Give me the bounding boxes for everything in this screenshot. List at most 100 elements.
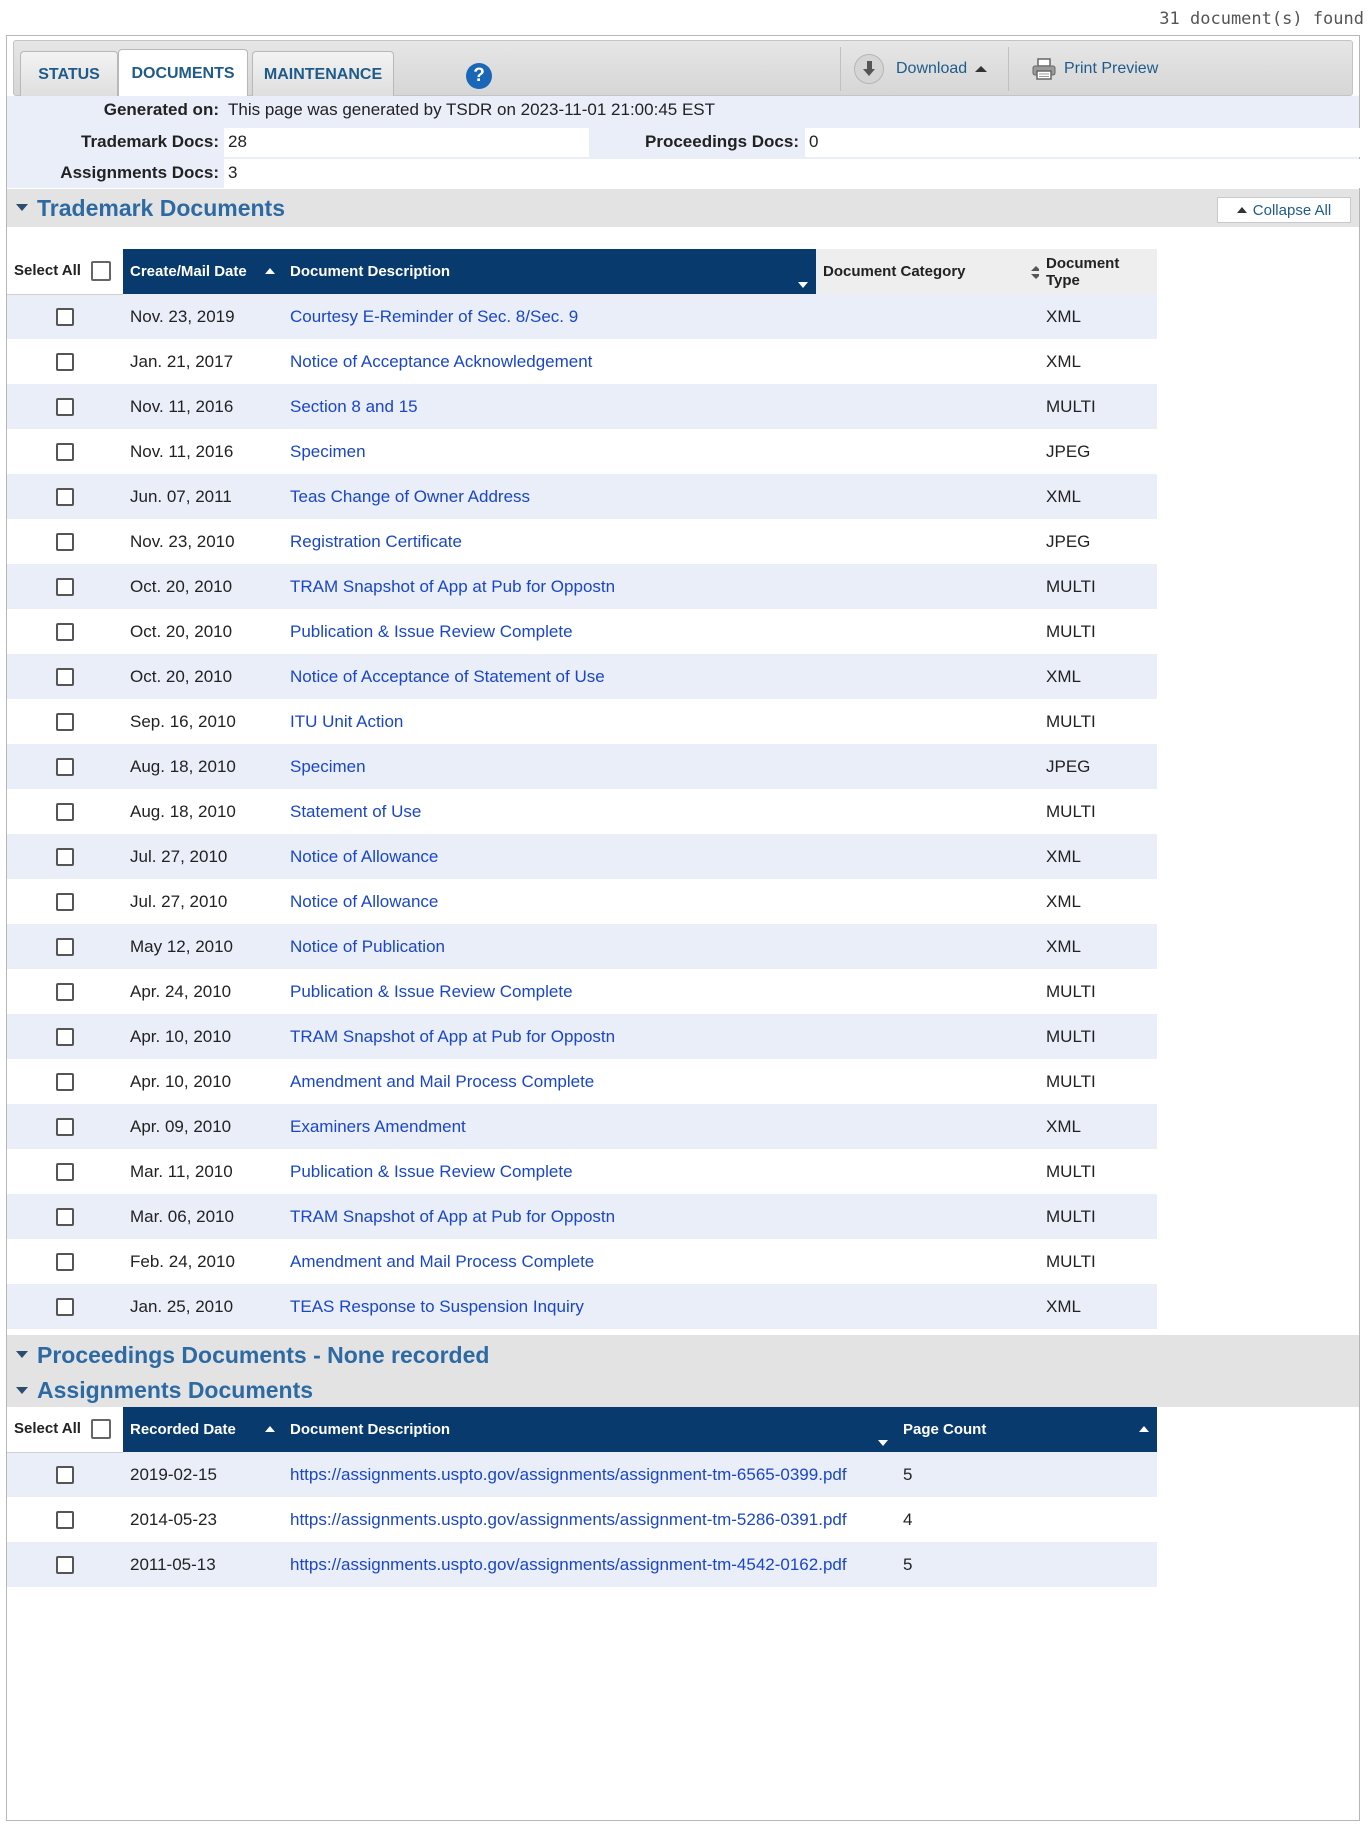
row-checkbox[interactable] [56, 1073, 74, 1092]
document-description-cell: Publication & Issue Review Complete [283, 609, 816, 654]
row-checkbox[interactable] [56, 1208, 74, 1227]
row-checkbox[interactable] [56, 443, 74, 462]
document-date: Nov. 11, 2016 [123, 384, 283, 429]
document-link[interactable]: Notice of Allowance [290, 847, 438, 866]
collapse-all-label: Collapse All [1252, 201, 1332, 219]
download-button[interactable]: Download [854, 49, 988, 89]
document-link[interactable]: Amendment and Mail Process Complete [290, 1072, 594, 1091]
document-category [816, 744, 1039, 789]
collapse-all-button[interactable]: Collapse All [1217, 197, 1351, 223]
document-link[interactable]: Notice of Allowance [290, 892, 438, 911]
row-select-cell [7, 294, 123, 339]
sort-descending-icon [798, 282, 808, 288]
document-link[interactable]: Notice of Acceptance Acknowledgement [290, 352, 592, 371]
document-link[interactable]: Publication & Issue Review Complete [290, 622, 573, 641]
row-select-cell [7, 339, 123, 384]
document-link[interactable]: Teas Change of Owner Address [290, 487, 530, 506]
recorded-date-column-header[interactable]: Recorded Date [123, 1407, 283, 1452]
print-preview-label: Print Preview [1064, 60, 1159, 77]
assignments-docs-box [224, 159, 589, 188]
tab-documents[interactable]: DOCUMENTS [118, 49, 248, 97]
row-select-cell [7, 699, 123, 744]
row-filler [1157, 384, 1353, 429]
help-icon[interactable]: ? [466, 63, 492, 89]
row-checkbox[interactable] [56, 1118, 74, 1137]
page-count: 4 [896, 1497, 1157, 1542]
row-checkbox[interactable] [56, 308, 74, 327]
row-checkbox[interactable] [56, 758, 74, 777]
print-preview-button[interactable]: Print Preview [1032, 49, 1158, 89]
row-checkbox[interactable] [56, 848, 74, 867]
document-description-cell: ITU Unit Action [283, 699, 816, 744]
row-checkbox[interactable] [56, 983, 74, 1002]
select-all-label: Select All [14, 1420, 81, 1438]
document-date: Sep. 16, 2010 [123, 699, 283, 744]
table-row: Nov. 23, 2019 Courtesy E-Reminder of Sec.… [7, 294, 1353, 339]
row-checkbox[interactable] [56, 668, 74, 687]
collapse-up-icon [1236, 207, 1247, 213]
type-column-header[interactable]: Document Type [1039, 249, 1157, 294]
description-column-header[interactable]: Document Description [283, 249, 816, 294]
assignment-link[interactable]: https://assignments.uspto.gov/assignment… [290, 1555, 847, 1574]
row-checkbox[interactable] [56, 893, 74, 912]
document-link[interactable]: Examiners Amendment [290, 1117, 466, 1136]
row-select-cell [7, 1059, 123, 1104]
trademark-documents-header[interactable]: Trademark Documents Collapse All [7, 189, 1359, 227]
document-link[interactable]: ITU Unit Action [290, 712, 403, 731]
document-link[interactable]: Amendment and Mail Process Complete [290, 1252, 594, 1271]
row-select-cell [7, 879, 123, 924]
date-column-header[interactable]: Create/Mail Date [123, 249, 283, 294]
row-checkbox[interactable] [56, 803, 74, 822]
document-description-cell: TRAM Snapshot of App at Pub for Oppostn [283, 1014, 816, 1059]
row-checkbox[interactable] [56, 1466, 74, 1485]
assignment-link[interactable]: https://assignments.uspto.gov/assignment… [290, 1465, 847, 1484]
document-link[interactable]: Section 8 and 15 [290, 397, 418, 416]
document-date: Oct. 20, 2010 [123, 654, 283, 699]
document-link[interactable]: Publication & Issue Review Complete [290, 1162, 573, 1181]
select-all-header: Select All [7, 249, 123, 295]
row-checkbox[interactable] [56, 578, 74, 597]
row-checkbox[interactable] [56, 1298, 74, 1317]
document-link[interactable]: Courtesy E-Reminder of Sec. 8/Sec. 9 [290, 307, 578, 326]
row-checkbox[interactable] [56, 353, 74, 372]
row-select-cell [7, 1239, 123, 1284]
document-link[interactable]: Specimen [290, 757, 366, 776]
document-link[interactable]: Notice of Acceptance of Statement of Use [290, 667, 605, 686]
row-checkbox[interactable] [56, 398, 74, 417]
page-count-column-header[interactable]: Page Count [896, 1407, 1157, 1452]
assignments-documents-header[interactable]: Assignments Documents [7, 1375, 1359, 1407]
category-column-header[interactable]: Document Category [816, 249, 1041, 294]
select-all-checkbox[interactable] [90, 261, 111, 282]
document-link[interactable]: Notice of Publication [290, 937, 445, 956]
row-checkbox[interactable] [56, 1511, 74, 1530]
collapse-triangle-icon [16, 1387, 28, 1394]
document-link[interactable]: TEAS Response to Suspension Inquiry [290, 1297, 584, 1316]
document-link[interactable]: TRAM Snapshot of App at Pub for Oppostn [290, 1027, 615, 1046]
assignments-docs-value: 3 [228, 163, 238, 182]
assignment-link[interactable]: https://assignments.uspto.gov/assignment… [290, 1510, 847, 1529]
row-checkbox[interactable] [56, 1253, 74, 1272]
page-count-column-label: Page Count [903, 1421, 987, 1438]
row-checkbox[interactable] [56, 1028, 74, 1047]
description-column-header[interactable]: Document Description [283, 1407, 896, 1452]
row-checkbox[interactable] [56, 1556, 74, 1575]
row-checkbox[interactable] [56, 533, 74, 552]
document-link[interactable]: TRAM Snapshot of App at Pub for Oppostn [290, 577, 615, 596]
row-checkbox[interactable] [56, 713, 74, 732]
document-description-cell: Notice of Publication [283, 924, 816, 969]
document-description-cell: TRAM Snapshot of App at Pub for Oppostn [283, 564, 816, 609]
document-link[interactable]: Registration Certificate [290, 532, 462, 551]
row-checkbox[interactable] [56, 488, 74, 507]
proceedings-documents-header[interactable]: Proceedings Documents - None recorded [7, 1335, 1359, 1375]
documents-found-count: 31 document(s) found [1159, 9, 1364, 29]
row-checkbox[interactable] [56, 938, 74, 957]
document-link[interactable]: Publication & Issue Review Complete [290, 982, 573, 1001]
document-link[interactable]: TRAM Snapshot of App at Pub for Oppostn [290, 1207, 615, 1226]
tab-maintenance[interactable]: MAINTENANCE [252, 51, 394, 97]
document-link[interactable]: Statement of Use [290, 802, 421, 821]
document-link[interactable]: Specimen [290, 442, 366, 461]
tab-status[interactable]: STATUS [20, 51, 118, 97]
row-checkbox[interactable] [56, 1163, 74, 1182]
row-checkbox[interactable] [56, 623, 74, 642]
select-all-checkbox[interactable] [90, 1419, 111, 1440]
